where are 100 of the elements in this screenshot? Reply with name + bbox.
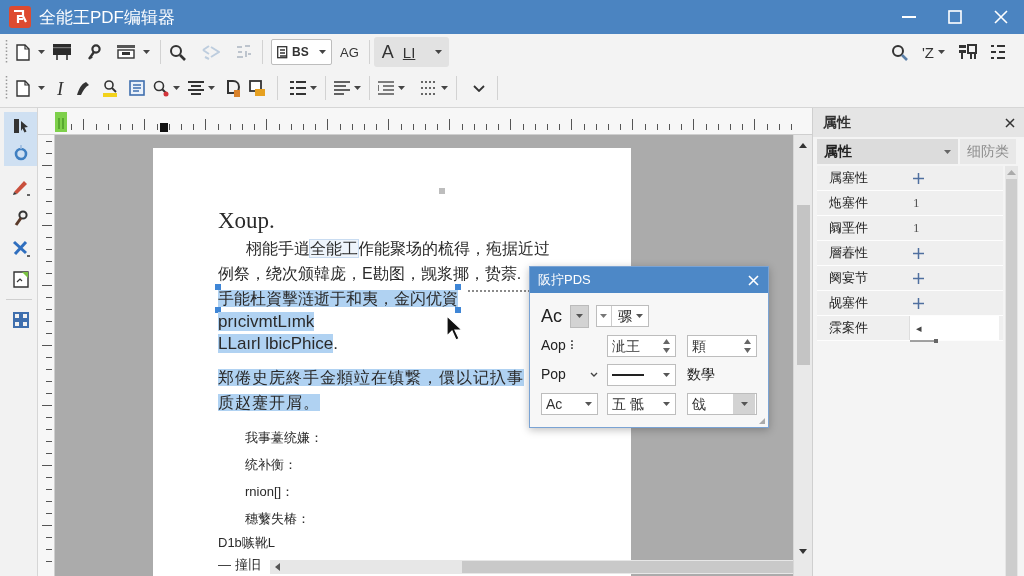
- property-name: 阕宴节: [828, 269, 869, 288]
- caret-icon[interactable]: [938, 50, 945, 54]
- scroll-up-icon[interactable]: [799, 143, 807, 148]
- slider-line-icon[interactable]: [910, 339, 938, 343]
- selection-handle-icon[interactable]: [455, 307, 461, 313]
- key-icon[interactable]: [87, 43, 101, 61]
- board-icon[interactable]: [53, 44, 71, 60]
- caret-icon[interactable]: [143, 50, 150, 54]
- resize-grip-icon[interactable]: [759, 418, 765, 424]
- plus-icon[interactable]: [913, 272, 924, 284]
- maximize-icon[interactable]: [948, 10, 962, 24]
- property-row[interactable]: 炧塞件 1: [817, 191, 1003, 216]
- magnifier-icon[interactable]: [153, 79, 170, 97]
- chevron-down-icon[interactable]: [473, 84, 486, 92]
- caret-icon[interactable]: [38, 86, 45, 90]
- indent-marker-icon[interactable]: [55, 112, 67, 132]
- spin-field[interactable]: 泚王: [607, 334, 676, 357]
- document-icon[interactable]: [16, 79, 30, 97]
- dotted-grid-icon[interactable]: [421, 81, 438, 95]
- property-row[interactable]: 層萶性: [817, 241, 1003, 266]
- caret-icon[interactable]: [434, 50, 442, 54]
- plus-icon[interactable]: [913, 297, 924, 309]
- field-label: Aop ⁝: [541, 336, 576, 355]
- property-row[interactable]: 觇塞件: [817, 291, 1003, 316]
- list-icon[interactable]: [290, 81, 307, 95]
- caret-icon[interactable]: [38, 50, 45, 54]
- dropdown-combo[interactable]: 戗: [687, 392, 757, 415]
- tray-icon[interactable]: [117, 45, 135, 59]
- scroll-down-icon[interactable]: [799, 549, 807, 554]
- dropdown-combo[interactable]: Ac: [541, 392, 598, 415]
- plus-icon[interactable]: [913, 247, 924, 259]
- property-row[interactable]: 霂案件 ◂: [817, 316, 1003, 341]
- search-icon[interactable]: [169, 43, 186, 61]
- highlighter-icon[interactable]: [103, 79, 118, 97]
- line-style-combo[interactable]: [607, 363, 676, 386]
- caret-icon[interactable]: [600, 314, 607, 318]
- close-icon[interactable]: [1005, 117, 1015, 128]
- selection-handle-icon[interactable]: [215, 284, 221, 290]
- caret-icon[interactable]: [663, 401, 670, 406]
- indent-icon[interactable]: [378, 81, 395, 95]
- caret-icon[interactable]: [944, 149, 951, 154]
- caret-icon[interactable]: [398, 86, 406, 90]
- style-combo[interactable]: 骡: [596, 305, 649, 327]
- spin-field[interactable]: 顆: [687, 334, 757, 357]
- sort-button[interactable]: 'Z: [921, 44, 945, 60]
- property-field[interactable]: ◂: [909, 316, 999, 340]
- caret-icon[interactable]: [663, 372, 670, 377]
- form-label: rnion[]：: [245, 484, 295, 499]
- caret-icon[interactable]: [585, 401, 592, 406]
- font-size-button[interactable]: A: [381, 43, 394, 61]
- dropdown-combo[interactable]: 五 骶: [607, 392, 676, 415]
- scroll-left-icon[interactable]: [275, 563, 280, 571]
- selection-handle-icon[interactable]: [455, 284, 461, 290]
- field-icon[interactable]: [227, 79, 242, 97]
- brush-icon[interactable]: [75, 80, 92, 96]
- property-row[interactable]: 阕宴节: [817, 266, 1003, 291]
- caret-icon[interactable]: [636, 314, 643, 318]
- spin-arrows-icon[interactable]: [744, 338, 751, 353]
- panel-tab[interactable]: 属性: [817, 139, 958, 164]
- caret-icon[interactable]: [173, 86, 181, 90]
- scrollbar-thumb[interactable]: [796, 205, 810, 365]
- caret-icon[interactable]: [208, 86, 216, 90]
- body-text: 例祭，绕次颁韓庞，E勘图，觊浆揶，贽萘.: [218, 265, 522, 282]
- case-button[interactable]: AG: [340, 45, 359, 59]
- chevron-down-icon[interactable]: [590, 372, 598, 377]
- search-icon[interactable]: [890, 43, 908, 61]
- spin-arrows-icon[interactable]: [663, 338, 670, 353]
- plus-icon[interactable]: [913, 172, 924, 184]
- caret-icon[interactable]: [354, 86, 362, 90]
- selection-handle-icon[interactable]: [215, 307, 221, 313]
- text-align-icon[interactable]: [334, 81, 351, 95]
- boxed-text: 全能工: [310, 240, 358, 257]
- caret-icon[interactable]: [576, 314, 583, 318]
- tool-button[interactable]: [4, 112, 37, 139]
- underline-button[interactable]: LI: [402, 44, 416, 60]
- document-icon[interactable]: [16, 43, 30, 61]
- grip-icon[interactable]: [5, 75, 8, 101]
- dropdown-button[interactable]: [570, 304, 589, 328]
- panel-title: 属性: [823, 113, 852, 132]
- font-combo[interactable]: BS: [271, 39, 332, 65]
- note-icon[interactable]: [129, 80, 146, 96]
- italic-button[interactable]: I: [57, 78, 64, 98]
- horizontal-scrollbar[interactable]: [270, 560, 793, 574]
- property-row[interactable]: 阘垩件 1: [817, 216, 1003, 241]
- vertical-scrollbar[interactable]: [1005, 166, 1018, 576]
- scrollbar-thumb[interactable]: [462, 561, 793, 573]
- grip-icon[interactable]: [5, 39, 8, 65]
- align-icon[interactable]: [188, 81, 205, 95]
- vertical-scrollbar[interactable]: [793, 135, 812, 576]
- app-logo-icon: [9, 6, 31, 28]
- window-title: 全能王PDF编辑器: [39, 8, 175, 26]
- caret-icon[interactable]: [441, 86, 449, 90]
- layered-squares-icon[interactable]: [249, 80, 266, 96]
- property-row[interactable]: 属塞性: [817, 166, 1003, 191]
- caret-icon[interactable]: [740, 401, 748, 406]
- caret-icon[interactable]: [319, 50, 326, 54]
- list-icon[interactable]: [991, 44, 1005, 60]
- scrollbar-thumb[interactable]: [1006, 179, 1017, 576]
- caret-icon[interactable]: [310, 86, 318, 90]
- layout-icon[interactable]: [959, 44, 977, 60]
